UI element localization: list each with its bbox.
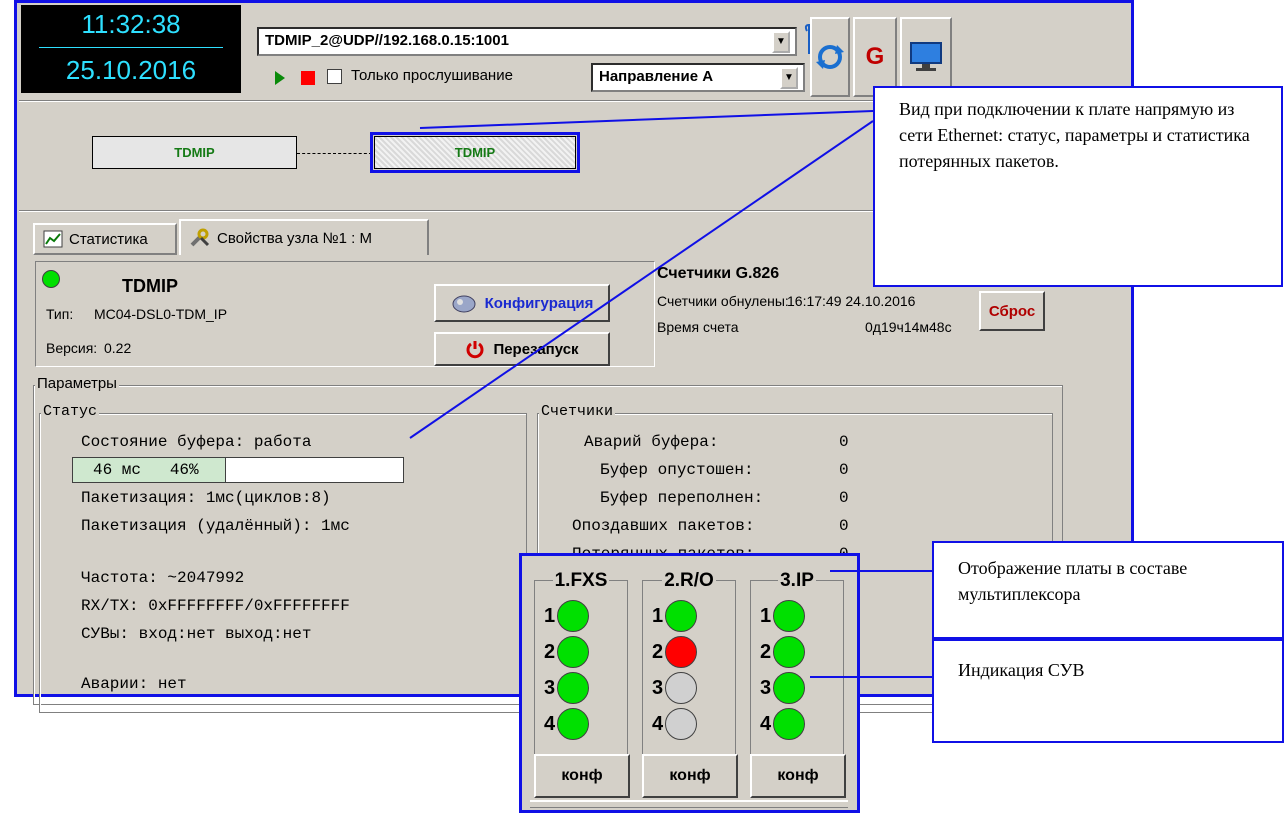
connector-ethernet-to-buffer — [409, 120, 874, 439]
connector-ethernet-to-node — [419, 110, 874, 129]
callout-connectors — [409, 110, 932, 678]
